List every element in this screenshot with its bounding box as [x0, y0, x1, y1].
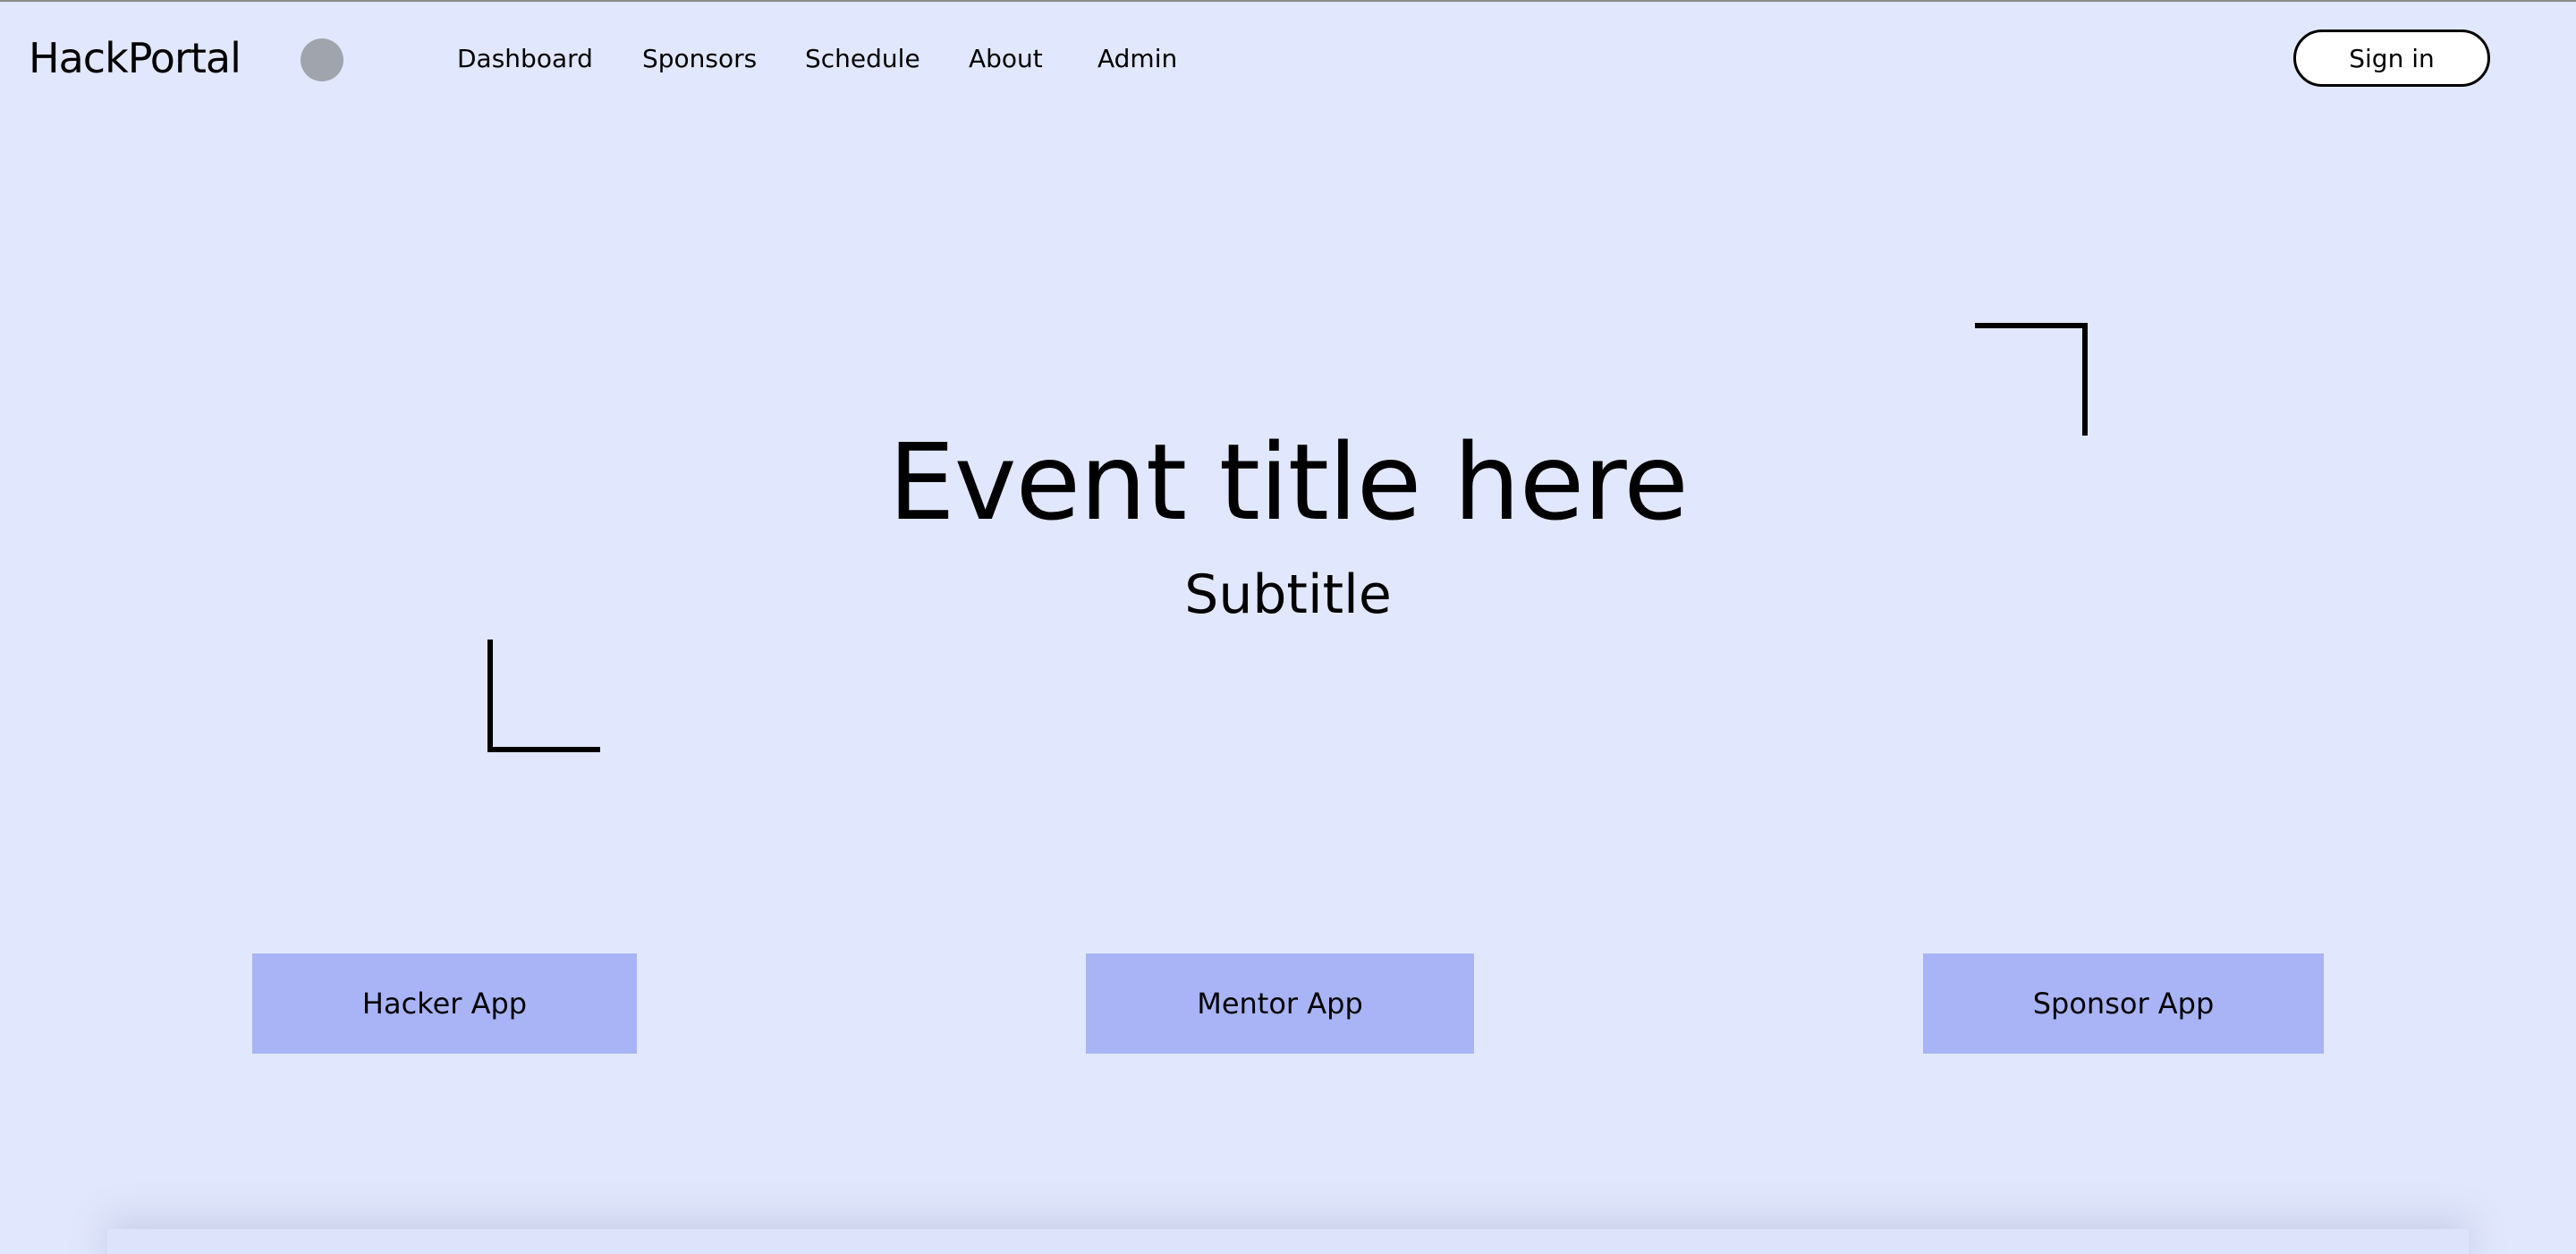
- event-title: Event title here: [888, 420, 1689, 544]
- hackportal-logo[interactable]: HackPortal: [29, 29, 242, 88]
- nav-sponsors[interactable]: Sponsors: [642, 41, 757, 77]
- nav-admin[interactable]: Admin: [1097, 41, 1177, 77]
- nav-dashboard[interactable]: Dashboard: [457, 41, 593, 77]
- next-section-edge: [107, 1229, 2469, 1254]
- corner-bracket-bottom-left: [487, 640, 600, 752]
- avatar[interactable]: [301, 38, 343, 81]
- nav-about[interactable]: About: [969, 41, 1043, 77]
- event-subtitle: Subtitle: [1184, 563, 1392, 626]
- sponsor-app-button[interactable]: Sponsor App: [1923, 953, 2324, 1054]
- page: HackPortal Dashboard Sponsors Schedule A…: [0, 0, 2576, 1254]
- sign-in-button[interactable]: Sign in: [2293, 30, 2490, 87]
- hacker-app-button[interactable]: Hacker App: [252, 953, 637, 1054]
- nav-schedule[interactable]: Schedule: [805, 41, 920, 77]
- mentor-app-button[interactable]: Mentor App: [1086, 953, 1474, 1054]
